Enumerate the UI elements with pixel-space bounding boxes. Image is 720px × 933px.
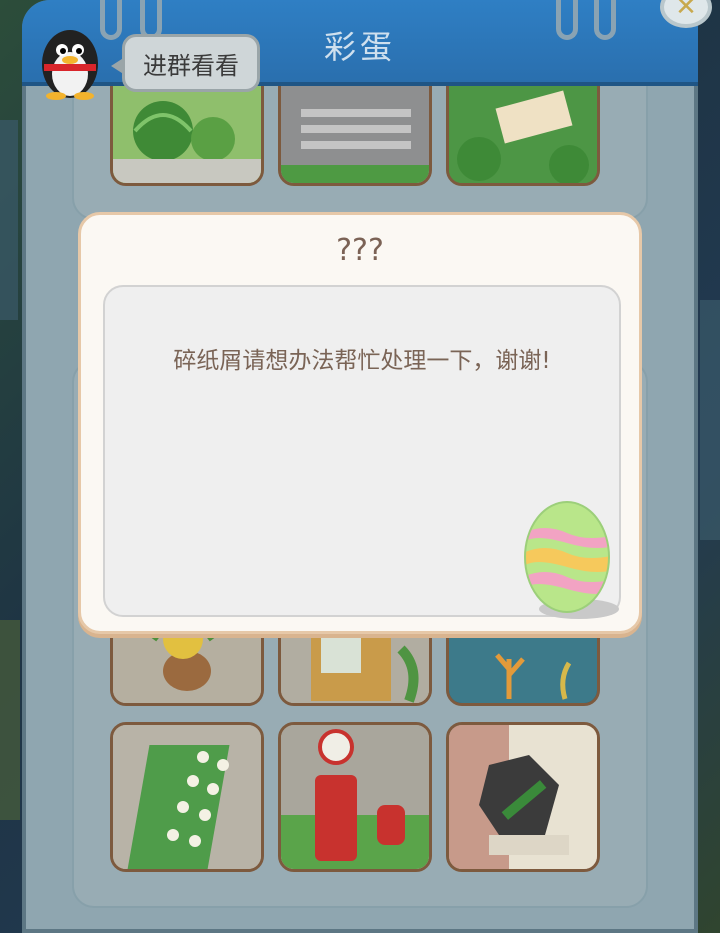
tile-broken-debris[interactable] (446, 722, 600, 872)
dialog-message: 碎纸屑请想办法帮忙处理一下，谢谢! (173, 348, 551, 374)
dialog-message-box: 碎纸屑请想办法帮忙处理一下，谢谢! (103, 285, 621, 619)
join-group-label: 进群看看 (143, 51, 239, 80)
tile-flower-planter[interactable] (110, 722, 264, 872)
qq-penguin-icon[interactable] (34, 18, 106, 100)
easter-egg-dialog: ??? 碎纸屑请想办法帮忙处理一下，谢谢! (78, 212, 642, 634)
join-group-bubble[interactable]: 进群看看 (111, 34, 260, 92)
binder-ring-icon (556, 0, 578, 40)
close-x-icon: ✕ (675, 0, 697, 22)
easter-egg-icon (523, 497, 623, 621)
binder-ring-icon (594, 0, 616, 40)
tile-mailbox-hydrant[interactable] (278, 722, 432, 872)
dialog-title: ??? (336, 233, 384, 268)
